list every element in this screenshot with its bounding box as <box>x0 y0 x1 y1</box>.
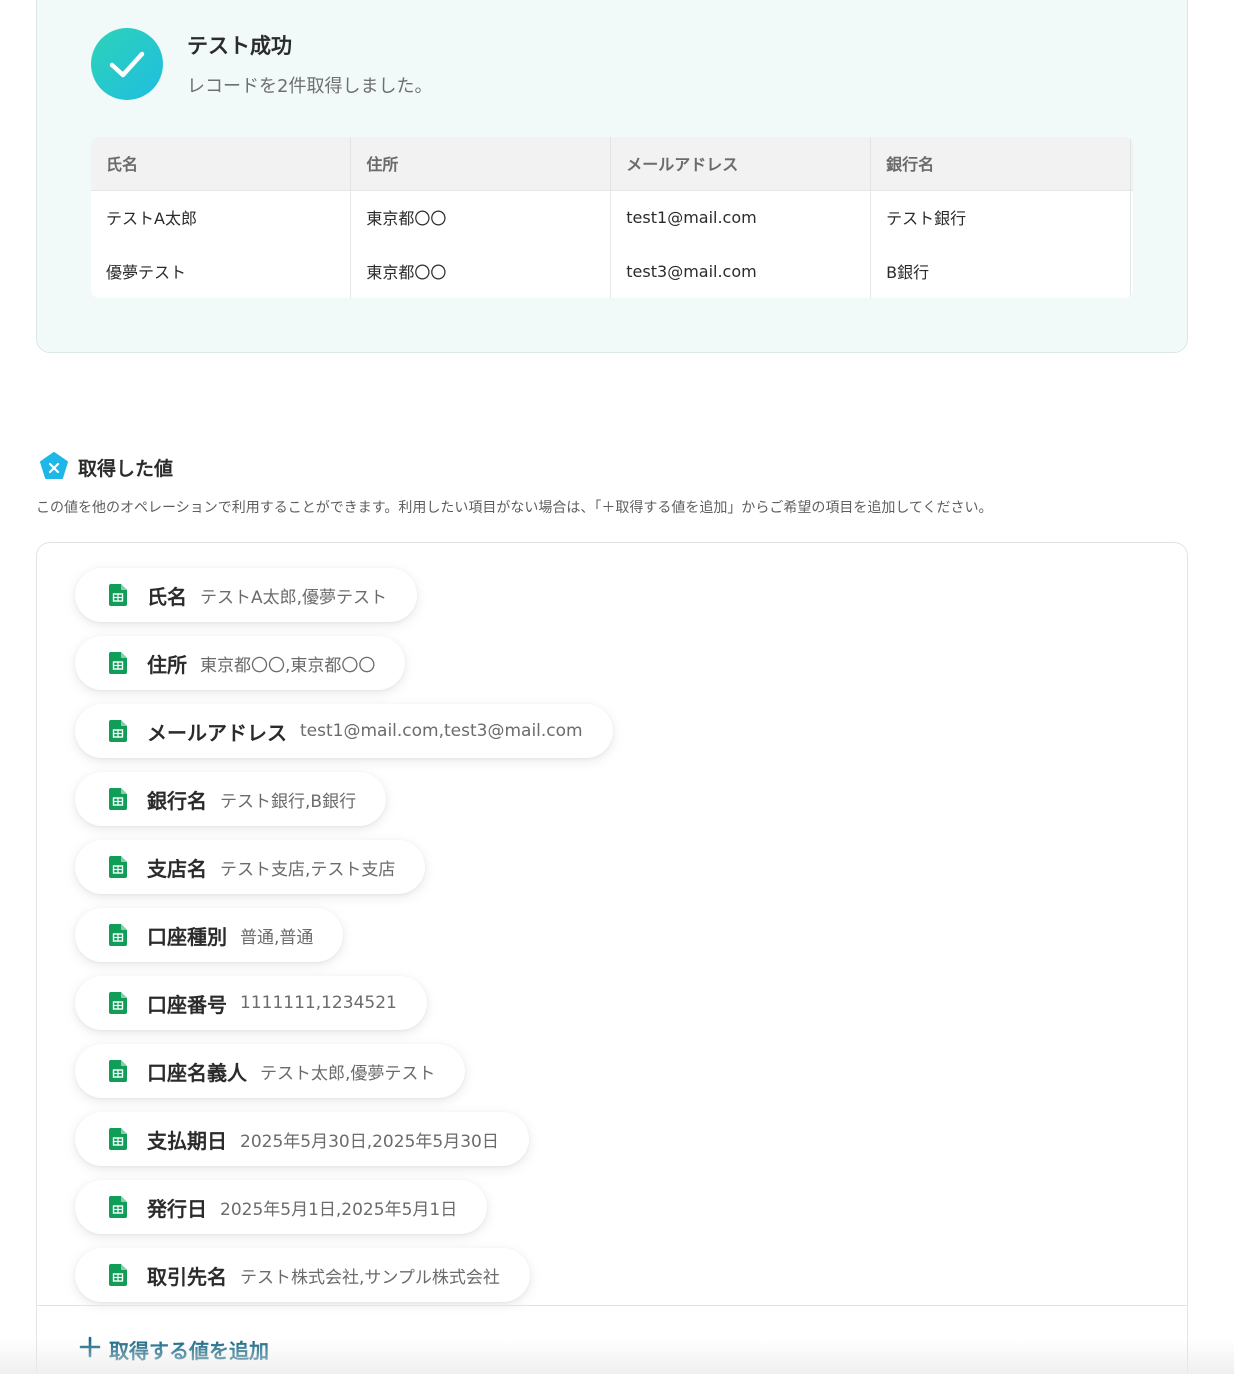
column-header: 住所 <box>350 137 612 191</box>
value-chip-bank[interactable]: 銀行名 テスト銀行,B銀行 <box>75 772 387 826</box>
table-cell: test1@mail.com <box>610 190 872 244</box>
google-sheets-icon <box>109 856 127 878</box>
chip-label: 住所 <box>147 652 187 677</box>
google-sheets-icon <box>109 652 127 674</box>
chip-value: 東京都〇〇,東京都〇〇 <box>200 655 376 676</box>
chip-label: 口座番号 <box>147 992 227 1017</box>
table-row: 優夢テスト 東京都〇〇 test3@mail.com B銀行 テ <box>91 244 1133 298</box>
chip-value: 2025年5月30日,2025年5月30日 <box>240 1131 499 1152</box>
table-cell: テ <box>1130 244 1133 298</box>
retrieved-values-list: 氏名 テストA太郎,優夢テスト 住所 東京都〇〇,東京都〇〇 メールアドレス t… <box>36 542 1188 1374</box>
chip-value: 普通,普通 <box>240 927 314 948</box>
google-sheets-icon <box>109 1060 127 1082</box>
result-subtitle: レコードを2件取得しました。 <box>187 76 433 97</box>
google-sheets-icon <box>109 720 127 742</box>
value-chip-account-number[interactable]: 口座番号 1111111,1234521 <box>75 976 427 1030</box>
value-chip-address[interactable]: 住所 東京都〇〇,東京都〇〇 <box>75 636 406 690</box>
value-chip-client-name[interactable]: 取引先名 テスト株式会社,サンプル株式会社 <box>75 1248 530 1302</box>
column-header: 支 <box>1130 137 1133 191</box>
bottom-fade <box>0 1340 1234 1374</box>
chip-label: 取引先名 <box>147 1264 227 1289</box>
result-title: テスト成功 <box>187 34 292 58</box>
google-sheets-icon <box>109 788 127 810</box>
table-cell: テスト銀行 <box>870 190 1132 244</box>
chip-value: 2025年5月1日,2025年5月1日 <box>220 1199 458 1220</box>
chip-label: メールアドレス <box>147 720 287 745</box>
table-cell: テストA太郎 <box>91 190 352 244</box>
chip-label: 口座名義人 <box>147 1060 247 1085</box>
variable-icon <box>40 452 68 479</box>
chip-value: テスト銀行,B銀行 <box>220 791 357 812</box>
value-chip-due-date[interactable]: 支払期日 2025年5月30日,2025年5月30日 <box>75 1112 529 1166</box>
table-header-row: 氏名 住所 メールアドレス 銀行名 支 <box>91 137 1133 191</box>
check-icon <box>109 51 145 78</box>
column-header: 銀行名 <box>870 137 1132 191</box>
google-sheets-icon <box>109 584 127 606</box>
table-cell: 東京都〇〇 <box>350 244 612 298</box>
chip-label: 銀行名 <box>147 788 207 813</box>
section-description: この値を他のオペレーションで利用することができます。利用したい項目がない場合は、… <box>36 500 993 516</box>
value-chip-email[interactable]: メールアドレス test1@mail.com,test3@mail.com <box>75 704 613 758</box>
column-header: メールアドレス <box>610 137 872 191</box>
table-cell: 優夢テスト <box>91 244 352 298</box>
value-chip-name[interactable]: 氏名 テストA太郎,優夢テスト <box>75 568 418 622</box>
chip-value: 1111111,1234521 <box>240 993 397 1013</box>
success-check-icon <box>91 28 163 100</box>
chip-label: 口座種別 <box>147 924 227 949</box>
chip-value: テスト株式会社,サンプル株式会社 <box>240 1267 500 1288</box>
value-chip-account-type[interactable]: 口座種別 普通,普通 <box>75 908 344 962</box>
chip-label: 発行日 <box>147 1196 207 1221</box>
value-chip-account-holder[interactable]: 口座名義人 テスト太郎,優夢テスト <box>75 1044 466 1098</box>
records-table[interactable]: 氏名 住所 メールアドレス 銀行名 支 テストA太郎 東京都〇〇 test1@m… <box>91 137 1133 298</box>
google-sheets-icon <box>109 924 127 946</box>
google-sheets-icon <box>109 992 127 1014</box>
chip-value: テストA太郎,優夢テスト <box>200 587 388 608</box>
value-chip-branch[interactable]: 支店名 テスト支店,テスト支店 <box>75 840 426 894</box>
section-title: 取得した値 <box>78 458 174 480</box>
google-sheets-icon <box>109 1128 127 1150</box>
chip-value: テスト太郎,優夢テスト <box>260 1063 436 1084</box>
chip-label: 支払期日 <box>147 1128 227 1153</box>
table-cell: test3@mail.com <box>610 244 872 298</box>
chip-value: test1@mail.com,test3@mail.com <box>300 721 583 741</box>
column-header: 氏名 <box>91 137 352 191</box>
google-sheets-icon <box>109 1264 127 1286</box>
table-cell: 東京都〇〇 <box>350 190 612 244</box>
table-cell: B銀行 <box>870 244 1132 298</box>
google-sheets-icon <box>109 1196 127 1218</box>
table-row: テストA太郎 東京都〇〇 test1@mail.com テスト銀行 テ <box>91 190 1133 244</box>
chip-value: テスト支店,テスト支店 <box>220 859 396 880</box>
value-chip-issue-date[interactable]: 発行日 2025年5月1日,2025年5月1日 <box>75 1180 488 1234</box>
chip-label: 氏名 <box>147 584 187 609</box>
chip-label: 支店名 <box>147 856 207 881</box>
table-cell: テ <box>1130 190 1133 244</box>
